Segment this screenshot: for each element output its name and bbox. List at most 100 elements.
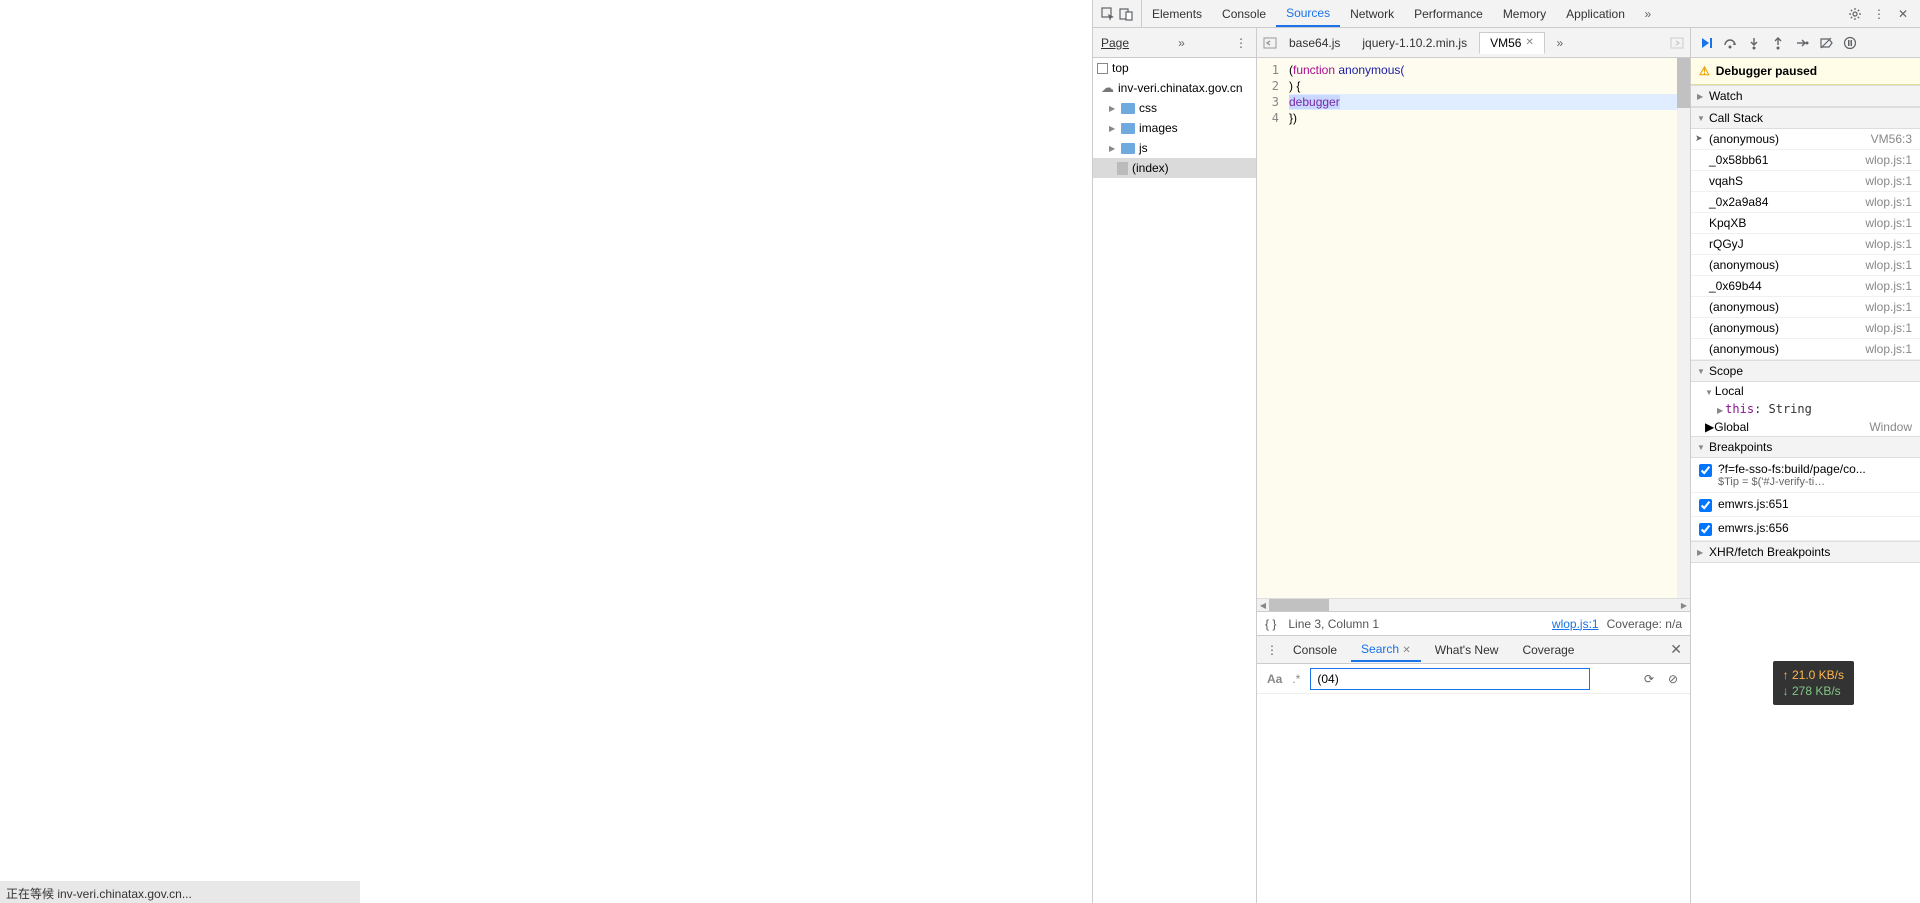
expand-icon: ▶ xyxy=(1109,104,1117,113)
tree-folder-js[interactable]: ▶js xyxy=(1093,138,1256,158)
tree-folder-images[interactable]: ▶images xyxy=(1093,118,1256,138)
nav-forward-icon[interactable] xyxy=(1670,36,1684,50)
nav-back-icon[interactable] xyxy=(1263,36,1277,50)
section-label: Watch xyxy=(1709,89,1743,103)
file-tab-jquery[interactable]: jquery-1.10.2.min.js xyxy=(1352,33,1477,53)
close-icon[interactable]: ✕ xyxy=(1402,645,1410,656)
tree-top[interactable]: top xyxy=(1093,58,1256,78)
tree-file-index[interactable]: (index) xyxy=(1093,158,1256,178)
navigator-overflow-icon[interactable]: » xyxy=(1175,36,1189,50)
callstack-frame[interactable]: _0x58bb61wlop.js:1 xyxy=(1691,150,1920,171)
callstack-frame[interactable]: (anonymous)wlop.js:1 xyxy=(1691,255,1920,276)
scope-local-row[interactable]: ▼Local xyxy=(1691,382,1920,400)
tab-console[interactable]: Console xyxy=(1212,0,1276,27)
folder-icon xyxy=(1121,103,1135,114)
callstack-frame[interactable]: _0x2a9a84wlop.js:1 xyxy=(1691,192,1920,213)
tab-application[interactable]: Application xyxy=(1556,0,1635,27)
close-icon[interactable]: ✕ xyxy=(1525,37,1533,48)
breakpoints-section-header[interactable]: ▼Breakpoints xyxy=(1691,436,1920,458)
sources-editor-area: base64.js jquery-1.10.2.min.js VM56✕ » 1… xyxy=(1257,28,1690,903)
tab-network[interactable]: Network xyxy=(1340,0,1404,27)
callstack-frame[interactable]: rQGyJwlop.js:1 xyxy=(1691,234,1920,255)
expand-icon: ▶ xyxy=(1109,144,1117,153)
search-toolbar: Aa .* ⟳ ⊘ xyxy=(1257,664,1690,694)
step-over-icon[interactable] xyxy=(1723,36,1737,50)
devtools-tabs: Elements Console Sources Network Perform… xyxy=(1142,0,1838,27)
scope-this-label: this xyxy=(1725,402,1754,416)
navigator-menu-icon[interactable]: ⋮ xyxy=(1234,36,1248,50)
step-icon[interactable] xyxy=(1795,36,1809,50)
file-tab-label: base64.js xyxy=(1289,36,1340,50)
drawer-tab-console[interactable]: Console xyxy=(1283,639,1347,661)
close-devtools-icon[interactable]: ✕ xyxy=(1896,7,1910,21)
tree-folder-css[interactable]: ▶css xyxy=(1093,98,1256,118)
navigator-page-tab[interactable]: Page xyxy=(1101,36,1129,50)
kebab-menu-icon[interactable]: ⋮ xyxy=(1872,7,1886,21)
watch-section-header[interactable]: ▶Watch xyxy=(1691,85,1920,107)
editor-file-tabs: base64.js jquery-1.10.2.min.js VM56✕ » xyxy=(1257,28,1690,58)
tab-sources[interactable]: Sources xyxy=(1276,0,1340,27)
drawer-tab-search[interactable]: Search ✕ xyxy=(1351,638,1421,662)
devtools-panel: Elements Console Sources Network Perform… xyxy=(1092,0,1920,903)
callstack-frame[interactable]: (anonymous)VM56:3 xyxy=(1691,129,1920,150)
callstack-section-header[interactable]: ▼Call Stack xyxy=(1691,107,1920,129)
breakpoint-checkbox[interactable] xyxy=(1699,499,1712,512)
settings-icon[interactable] xyxy=(1848,7,1862,21)
search-input[interactable] xyxy=(1310,668,1590,690)
code-editor[interactable]: 1234 (function anonymous( ) { debugger}) xyxy=(1257,58,1690,598)
editor-status-bar: { } Line 3, Column 1 wlop.js:1 Coverage:… xyxy=(1257,611,1690,635)
tab-performance[interactable]: Performance xyxy=(1404,0,1493,27)
tab-memory[interactable]: Memory xyxy=(1493,0,1556,27)
regex-icon[interactable]: .* xyxy=(1292,672,1300,686)
upload-arrow-icon: ↑ xyxy=(1783,668,1792,682)
file-tab-vm56[interactable]: VM56✕ xyxy=(1479,32,1545,54)
file-tabs-overflow-icon[interactable]: » xyxy=(1553,36,1567,50)
clear-icon[interactable]: ⊘ xyxy=(1666,672,1680,686)
breakpoint-row[interactable]: emwrs.js:656 xyxy=(1691,517,1920,541)
tabs-overflow-icon[interactable]: » xyxy=(1641,7,1655,21)
breakpoint-row[interactable]: emwrs.js:651 xyxy=(1691,493,1920,517)
scope-global-row[interactable]: ▶GlobalWindow xyxy=(1691,418,1920,436)
callstack-frame[interactable]: KpqXBwlop.js:1 xyxy=(1691,213,1920,234)
refresh-icon[interactable]: ⟳ xyxy=(1642,672,1656,686)
scope-global-value: Window xyxy=(1869,420,1912,434)
breakpoint-checkbox[interactable] xyxy=(1699,523,1712,536)
callstack-frame[interactable]: vqahSwlop.js:1 xyxy=(1691,171,1920,192)
scope-this-type: : String xyxy=(1754,402,1812,416)
pause-exceptions-icon[interactable] xyxy=(1843,36,1857,50)
drawer-close-icon[interactable]: ✕ xyxy=(1670,641,1682,658)
scope-section-header[interactable]: ▼Scope xyxy=(1691,360,1920,382)
file-tab-base64[interactable]: base64.js xyxy=(1279,33,1350,53)
match-case-icon[interactable]: Aa xyxy=(1267,672,1282,686)
browser-status-bar: 正在等候 inv-veri.chinatax.gov.cn... xyxy=(0,881,360,903)
debug-toolbar xyxy=(1691,28,1920,58)
breakpoint-checkbox[interactable] xyxy=(1699,464,1712,477)
callstack-frame[interactable]: (anonymous)wlop.js:1 xyxy=(1691,318,1920,339)
step-into-icon[interactable] xyxy=(1747,36,1761,50)
sources-navigator: Page » ⋮ top ☁inv-veri.chinatax.gov.cn ▶… xyxy=(1093,28,1257,903)
tab-elements[interactable]: Elements xyxy=(1142,0,1212,27)
pretty-print-icon[interactable]: { } xyxy=(1265,617,1276,631)
editor-vscrollbar[interactable] xyxy=(1677,58,1690,598)
callstack-frame[interactable]: _0x69b44wlop.js:1 xyxy=(1691,276,1920,297)
inspect-icon[interactable] xyxy=(1101,7,1115,21)
deactivate-bp-icon[interactable] xyxy=(1819,36,1833,50)
scope-global-label: Global xyxy=(1714,420,1749,434)
breakpoint-row[interactable]: ?f=fe-sso-fs:build/page/co...$Tip = $('#… xyxy=(1691,458,1920,493)
drawer-tab-whatsnew[interactable]: What's New xyxy=(1425,639,1509,661)
drawer-menu-icon[interactable]: ⋮ xyxy=(1265,643,1279,657)
xhr-breakpoints-header[interactable]: ▶XHR/fetch Breakpoints xyxy=(1691,541,1920,563)
scope-this-row[interactable]: ▶this: String xyxy=(1691,400,1920,418)
cursor-position: Line 3, Column 1 xyxy=(1288,617,1379,631)
step-out-icon[interactable] xyxy=(1771,36,1785,50)
resume-icon[interactable] xyxy=(1699,36,1713,50)
editor-hscrollbar[interactable]: ◀▶ xyxy=(1257,598,1690,611)
drawer-tab-coverage[interactable]: Coverage xyxy=(1512,639,1584,661)
source-link[interactable]: wlop.js:1 xyxy=(1552,617,1599,631)
device-toggle-icon[interactable] xyxy=(1119,7,1133,21)
callstack-frame[interactable]: (anonymous)wlop.js:1 xyxy=(1691,297,1920,318)
tree-domain[interactable]: ☁inv-veri.chinatax.gov.cn xyxy=(1093,78,1256,98)
callstack-frame[interactable]: (anonymous)wlop.js:1 xyxy=(1691,339,1920,360)
tree-top-label: top xyxy=(1112,61,1129,75)
section-label: Scope xyxy=(1709,364,1743,378)
